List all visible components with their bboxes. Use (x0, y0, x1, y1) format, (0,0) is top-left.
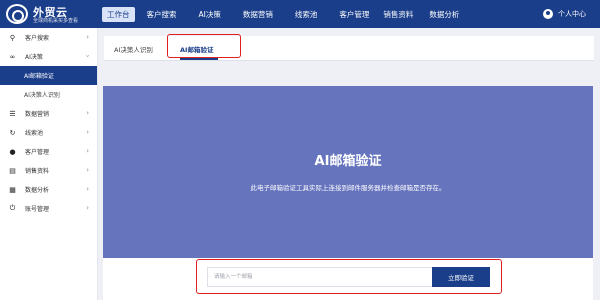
sidebar-item-label: 销售资料 (25, 168, 50, 175)
email-input[interactable] (207, 267, 432, 287)
search-icon: ⚲ (9, 33, 16, 42)
sidebar-item-sales-materials[interactable]: ▤ 销售资料 › (0, 161, 97, 180)
sidebar-item-ai-decision[interactable]: ∞ AI决策 › (0, 47, 97, 66)
tab-highlight-box (167, 34, 241, 58)
sidebar-item-account-management[interactable]: ⏻ 账号管理 › (0, 199, 97, 218)
chevron-right-icon: › (86, 185, 89, 193)
chevron-right-icon: › (86, 147, 89, 155)
power-icon: ⏻ (9, 204, 16, 212)
sidebar-item-customer-management[interactable]: ● 客户管理 › (0, 142, 97, 161)
chevron-right-icon: › (86, 128, 89, 136)
people-icon: ● (9, 147, 16, 156)
sidebar-item-customer-search[interactable]: ⚲ 客户搜索 › (0, 28, 97, 47)
nav-item-customer-search[interactable]: 客户搜索 (147, 9, 177, 20)
sidebar-item-label: 数据营销 (25, 111, 50, 118)
verify-now-button[interactable]: 立即验证 (432, 267, 490, 287)
sidebar-item-data-marketing[interactable]: ☰ 数据营销 › (0, 104, 97, 123)
top-navbar: 外贸云 全球商机采买多查看 工作台 客户搜索 AI决策 数据营销 线索池 客户管… (0, 0, 600, 28)
main-content: AI决策人识别 AI邮箱验证 AI邮箱验证 此电子邮箱验证工具实际上连接到邮件服… (98, 28, 600, 300)
link-icon: ∞ (9, 52, 16, 61)
user-icon (543, 9, 553, 19)
hero-banner: AI邮箱验证 此电子邮箱验证工具实际上连接到邮件服务器并检查邮箱是否存在。 (103, 86, 593, 286)
chevron-down-icon: › (83, 54, 92, 58)
nav-item-data-marketing[interactable]: 数据营销 (243, 9, 273, 20)
stack-icon: ☰ (9, 109, 16, 118)
chevron-right-icon: › (86, 166, 89, 174)
sidebar-item-ai-decision-maker[interactable]: AI决策人识别 (0, 85, 97, 104)
main-nav: 工作台 客户搜索 AI决策 数据营销 线索池 客户管理 销售资料 数据分析 (100, 0, 459, 28)
hero-title: AI邮箱验证 (314, 154, 382, 169)
sidebar-item-ai-email-verify[interactable]: AI邮箱验证 (0, 66, 97, 85)
sidebar-item-lead-pool[interactable]: ↻ 线索池 › (0, 123, 97, 142)
sidebar-item-label: 客户搜索 (25, 35, 50, 42)
nav-item-customer-management[interactable]: 客户管理 (339, 9, 369, 20)
verify-panel: 立即验证 (103, 258, 593, 300)
sidebar-item-label: 账号管理 (25, 206, 50, 213)
logo-icon (6, 4, 28, 24)
sidebar-item-label: 数据分析 (25, 187, 50, 194)
nav-item-workbench[interactable]: 工作台 (102, 6, 135, 22)
document-icon: ▤ (9, 166, 16, 175)
chevron-right-icon: › (86, 109, 89, 117)
nav-item-ai-decision[interactable]: AI决策 (199, 9, 221, 20)
user-center-label: 个人中心 (558, 10, 586, 18)
calendar-icon: ▦ (9, 185, 16, 194)
nav-item-lead-pool[interactable]: 线索池 (295, 9, 318, 20)
sidebar-item-data-analysis[interactable]: ▦ 数据分析 › (0, 180, 97, 199)
user-center[interactable]: 个人中心 (543, 0, 586, 28)
logo[interactable]: 外贸云 全球商机采买多查看 (6, 3, 96, 25)
nav-item-data-analysis[interactable]: 数据分析 (429, 9, 459, 20)
chevron-right-icon: › (86, 33, 89, 41)
nav-item-sales-materials[interactable]: 销售资料 (383, 9, 413, 20)
sidebar: ⚲ 客户搜索 › ∞ AI决策 › AI邮箱验证 AI决策人识别 ☰ 数据营销 … (0, 28, 98, 300)
brand-tagline: 全球商机采买多查看 (33, 18, 79, 24)
sidebar-item-label: 客户管理 (25, 149, 50, 156)
tab-ai-decision-maker[interactable]: AI决策人识别 (114, 44, 153, 54)
sidebar-item-label: AI决策 (25, 54, 43, 61)
hero-description: 此电子邮箱验证工具实际上连接到邮件服务器并检查邮箱是否存在。 (250, 184, 446, 192)
refresh-icon: ↻ (9, 128, 16, 137)
active-tab-indicator (180, 58, 218, 60)
sidebar-item-label: 线索池 (25, 130, 44, 137)
chevron-right-icon: › (86, 204, 89, 212)
